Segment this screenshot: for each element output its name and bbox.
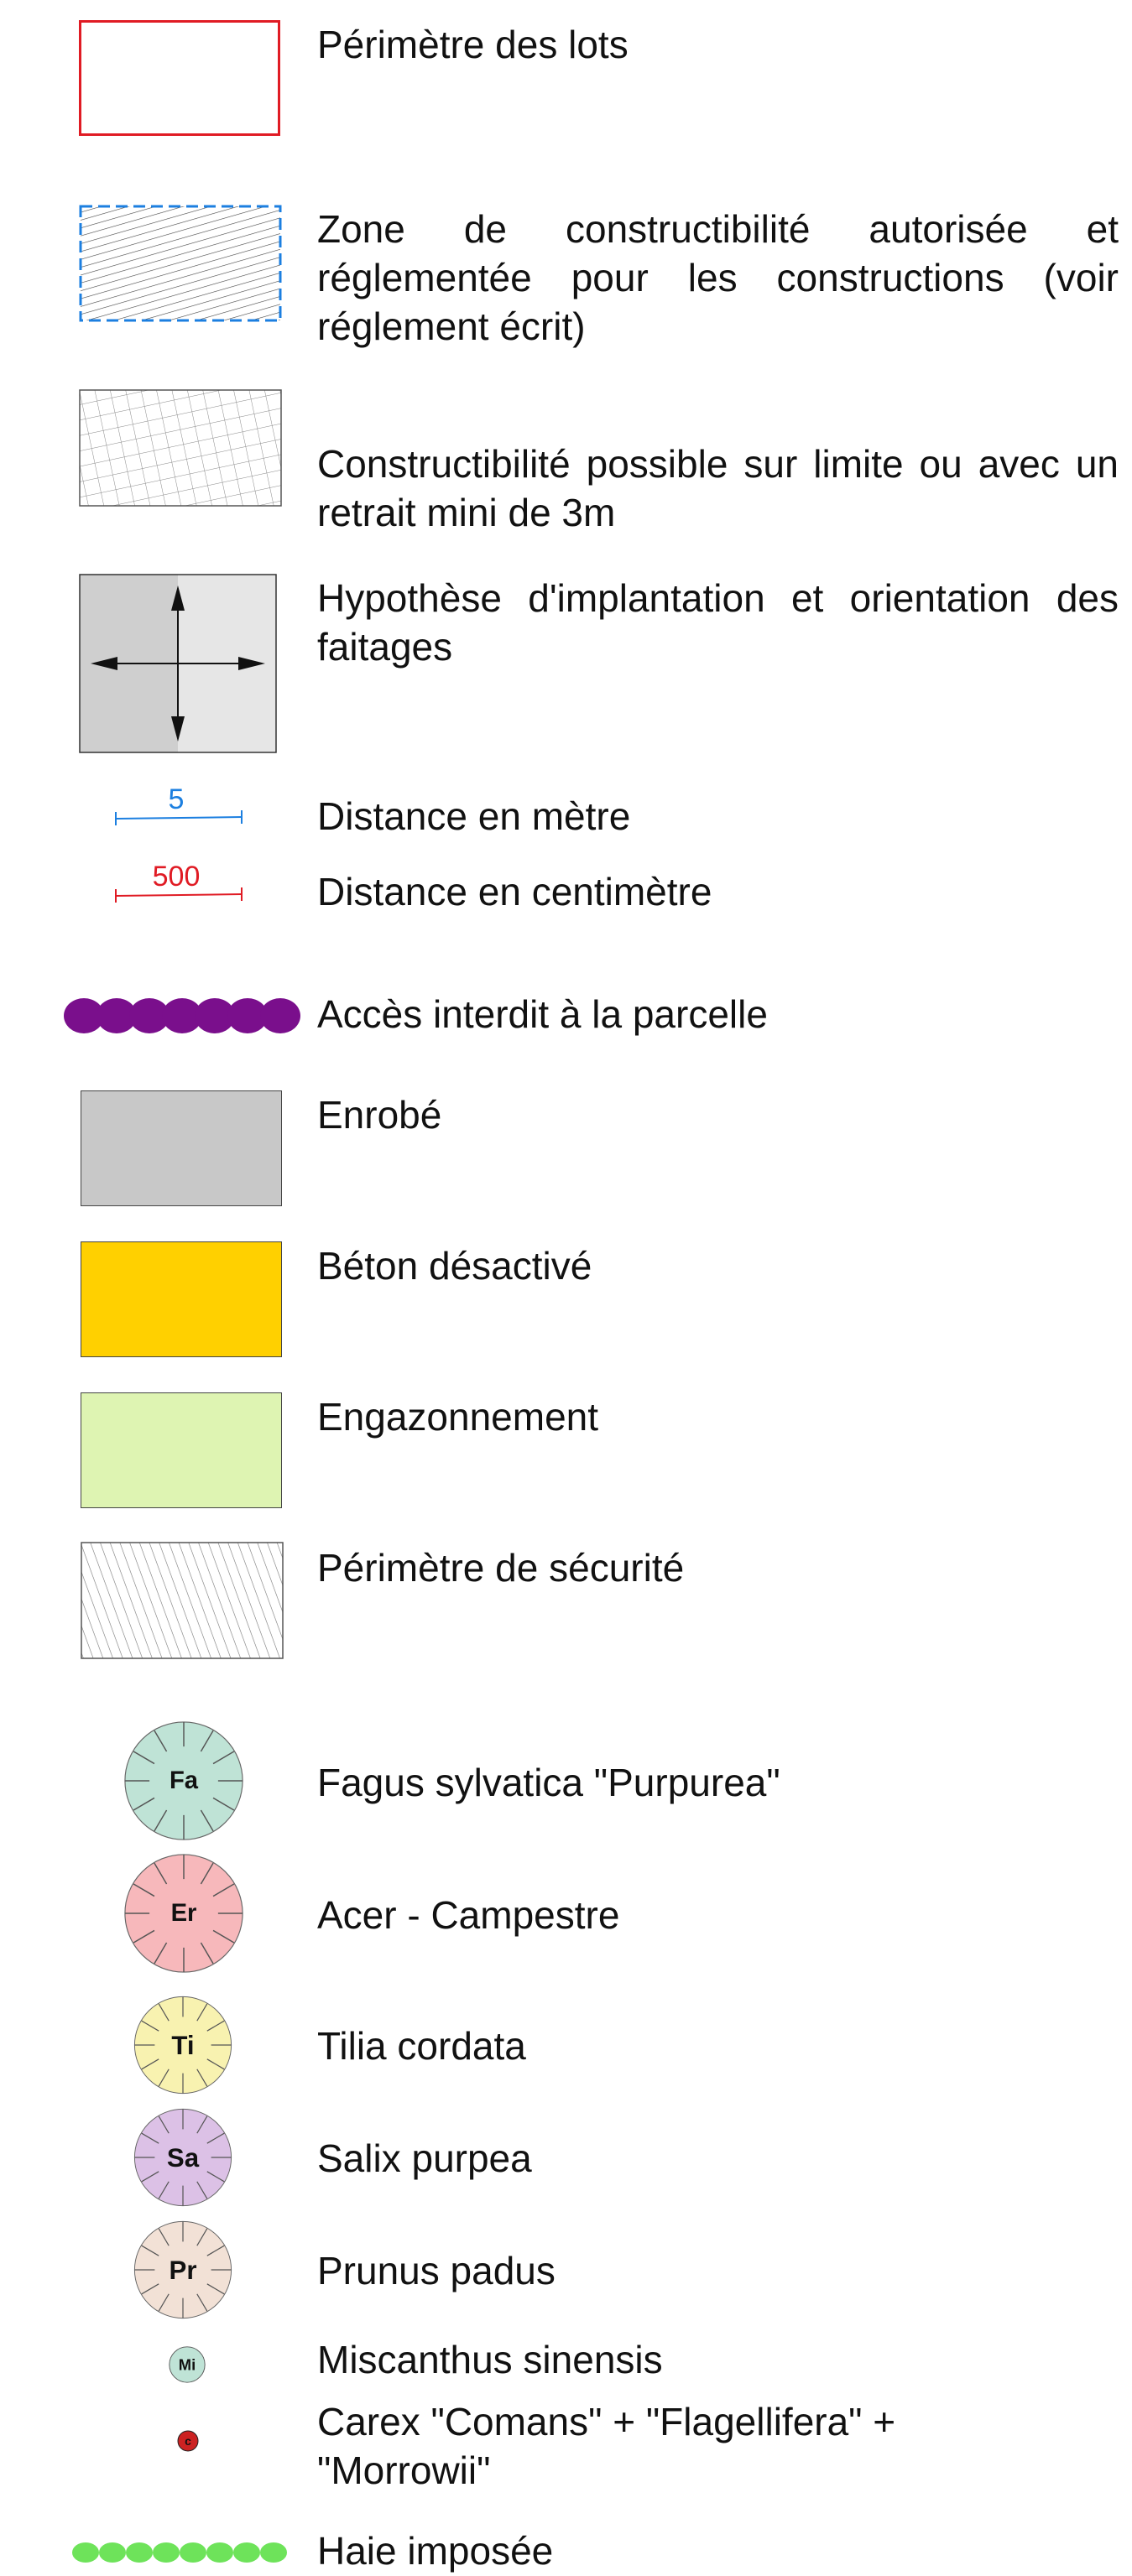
tree-er-icon: Er [124, 1854, 243, 1973]
acces-interdit-symbol [64, 998, 300, 1033]
enrobe-label: Enrobé [317, 1093, 442, 1137]
hedge-symbol [72, 2542, 287, 2563]
tree-fa-label: Fagus sylvatica "Purpurea" [317, 1761, 780, 1804]
engazonnement-label: Engazonnement [317, 1395, 599, 1439]
perimetre-securite-label: Périmètre de sécurité [317, 1546, 685, 1590]
perimetre-lots-label: Périmètre des lots [317, 23, 629, 66]
zone-constructibilite-label: Zone de constructibilité autorisée et ré… [317, 207, 1119, 348]
plant-carex-code: c [185, 2434, 191, 2448]
beton-desactive-label: Béton désactivé [317, 1244, 592, 1288]
perimetre-securite-symbol [81, 1542, 284, 1659]
distance-metre-label: Distance en mètre [317, 794, 631, 838]
constructibilite-limite-symbol [79, 389, 282, 507]
distance-metre-value: 5 [169, 788, 185, 815]
tree-er-code: Er [171, 1900, 197, 1927]
plant-mi-code: Mi [179, 2355, 196, 2373]
tree-ti-code: Ti [171, 2031, 194, 2060]
acces-interdit-label: Accès interdit à la parcelle [317, 992, 768, 1036]
tree-ti-icon: Ti [133, 1996, 232, 2095]
distance-metre-symbol: 5 [115, 788, 243, 825]
tree-sa-code: Sa [167, 2143, 200, 2173]
tree-fa-icon: Fa [124, 1721, 243, 1840]
distance-centimetre-label: Distance en centimètre [317, 870, 712, 913]
hedge-label: Haie imposée [317, 2529, 554, 2573]
perimetre-lots-symbol [79, 20, 280, 136]
tree-fa-code: Fa [170, 1767, 199, 1794]
plant-mi-icon: Mi [169, 2346, 206, 2383]
tree-ti-label: Tilia cordata [317, 2024, 526, 2068]
beton-desactive-swatch [81, 1241, 282, 1357]
engazonnement-swatch [81, 1392, 282, 1508]
constructibilite-limite-label: Constructibilité possible sur limite ou … [317, 442, 1119, 534]
tree-pr-label: Prunus padus [317, 2249, 556, 2292]
zone-constructibilite-symbol [79, 205, 282, 322]
tree-pr-code: Pr [170, 2256, 197, 2285]
plant-mi-label: Miscanthus sinensis [317, 2338, 663, 2381]
plant-carex-label: Carex "Comans" + "Flagellifera" + "Morro… [317, 2400, 896, 2492]
tree-pr-icon: Pr [133, 2220, 232, 2319]
distance-centimetre-value: 500 [153, 864, 201, 892]
distance-centimetre-symbol: 500 [115, 864, 243, 903]
hypothese-implantation-symbol [79, 574, 277, 753]
hypothese-implantation-label: Hypothèse d'implantation et orientation … [317, 576, 1119, 669]
plant-carex-icon: c [177, 2430, 199, 2452]
tree-sa-label: Salix purpea [317, 2136, 532, 2180]
enrobe-swatch [81, 1090, 282, 1206]
tree-er-label: Acer - Campestre [317, 1893, 620, 1937]
tree-sa-icon: Sa [133, 2108, 232, 2207]
